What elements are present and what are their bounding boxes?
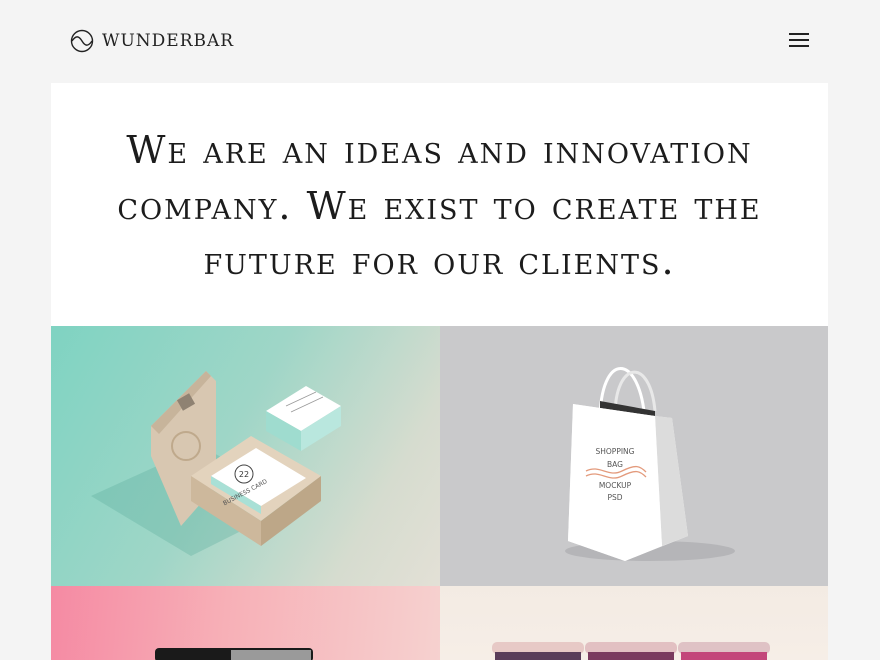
logo-link[interactable]: WUNDERBAR	[70, 29, 234, 53]
card-number-text: 22	[239, 470, 249, 479]
portfolio-tile-laptop[interactable]	[51, 586, 440, 660]
bag-text-bag: BAG	[607, 460, 623, 469]
bag-text-shopping: SHOPPING	[596, 447, 635, 456]
portfolio-tile-business-card[interactable]: 22 BUSINESS CARD	[51, 326, 440, 586]
hamburger-menu-button[interactable]	[789, 33, 809, 48]
bag-text-psd: PSD	[607, 493, 622, 502]
portfolio-tile-cups[interactable]	[440, 586, 828, 660]
cups-image	[492, 642, 770, 660]
headline-line-2: company. We exist to create the	[117, 183, 762, 228]
bag-text-mockup: MOCKUP	[599, 481, 632, 490]
menu-bar	[789, 45, 809, 47]
menu-bar	[789, 33, 809, 35]
laptop-image	[155, 648, 313, 660]
headline-line-1: We are an ideas and innovation	[126, 128, 753, 172]
wave-circle-logo-icon	[70, 29, 94, 53]
hero-headline: We are an ideas and innovation company. …	[91, 123, 788, 290]
menu-bar	[789, 39, 809, 41]
site-header: WUNDERBAR	[0, 0, 880, 83]
headline-line-3: future for our clients.	[203, 239, 676, 283]
shopping-bag-image: SHOPPING BAG MOCKUP PSD	[565, 367, 735, 561]
hero-panel: We are an ideas and innovation company. …	[51, 83, 828, 326]
portfolio-tile-shopping-bag[interactable]: SHOPPING BAG MOCKUP PSD	[440, 326, 828, 586]
business-card-box-image: 22 BUSINESS CARD	[91, 371, 341, 556]
brand-name: WUNDERBAR	[102, 31, 235, 51]
